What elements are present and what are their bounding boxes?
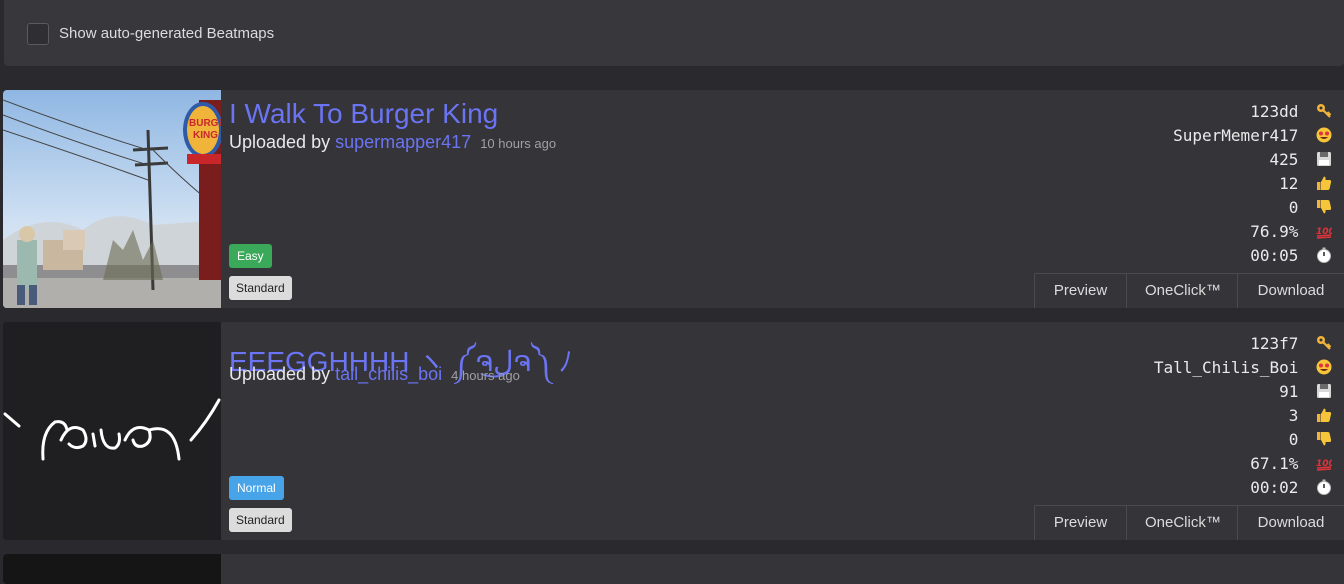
stat-duration: 00:02 xyxy=(1154,476,1332,500)
stat-duration-value: 00:02 xyxy=(1250,478,1299,497)
stat-rating-value: 67.1% xyxy=(1250,454,1299,473)
stat-downloads: 425 xyxy=(1173,148,1332,172)
cover-image[interactable]: BURGER KING xyxy=(3,90,221,308)
lenny-face-art xyxy=(3,322,221,540)
stat-upvotes-value: 3 xyxy=(1288,406,1299,425)
svg-text:BURGER: BURGER xyxy=(189,118,221,129)
uploaded-by-label: Uploaded by xyxy=(229,132,331,152)
thumbs-down-icon xyxy=(1317,431,1332,445)
difficulty-badge: Easy xyxy=(229,244,272,268)
stat-rating: 76.9% 100 xyxy=(1173,220,1332,244)
key-icon xyxy=(1317,335,1332,350)
upload-time: 4 hours ago xyxy=(451,368,520,383)
download-button[interactable]: Download xyxy=(1238,506,1344,540)
stat-mapper-value[interactable]: Tall_Chilis_Boi xyxy=(1154,358,1299,377)
uploader-link[interactable]: supermapper417 xyxy=(335,132,471,152)
stat-upvotes: 12 xyxy=(1173,172,1332,196)
beatmap-card: EEEGGHHHH ヽ ༼ຈل͜ຈ༽ ﾉ Uploaded by tall_ch… xyxy=(3,322,1344,540)
card-info: I Walk To Burger King Uploaded by superm… xyxy=(229,90,1344,308)
preview-button[interactable]: Preview xyxy=(1035,506,1127,540)
cover-image[interactable] xyxy=(3,322,221,540)
star-struck-face-icon xyxy=(1316,127,1332,142)
stat-duration: 00:05 xyxy=(1173,244,1332,268)
card-info: EEEGGHHHH ヽ ༼ຈل͜ຈ༽ ﾉ Uploaded by tall_ch… xyxy=(229,322,1344,540)
characteristic-badge: Standard xyxy=(229,508,292,532)
cover-image[interactable] xyxy=(3,554,221,584)
floppy-disk-icon xyxy=(1317,151,1331,166)
action-buttons: Preview OneClick™ Download xyxy=(1034,505,1344,540)
beatmap-card xyxy=(3,554,1344,584)
uploader-link[interactable]: tall_chilis_boi xyxy=(335,364,442,384)
thumbs-up-icon xyxy=(1317,176,1332,190)
stat-upvotes: 3 xyxy=(1154,404,1332,428)
stat-key: 123f7 xyxy=(1154,332,1332,356)
beatmap-title[interactable]: I Walk To Burger King xyxy=(229,98,498,130)
action-buttons: Preview OneClick™ Download xyxy=(1034,273,1344,308)
thumbs-down-icon xyxy=(1317,199,1332,213)
hundred-points-icon: 100 xyxy=(1316,227,1332,239)
characteristic-badge: Standard xyxy=(229,276,292,300)
auto-generated-label[interactable]: Show auto-generated Beatmaps xyxy=(59,25,274,42)
oneclick-button[interactable]: OneClick™ xyxy=(1127,274,1238,308)
preview-button[interactable]: Preview xyxy=(1035,274,1127,308)
stat-rating-value: 76.9% xyxy=(1250,222,1299,241)
stat-downvotes-value: 0 xyxy=(1288,430,1299,449)
key-icon xyxy=(1317,103,1332,118)
uploader-line: Uploaded by tall_chilis_boi 4 hours ago xyxy=(229,364,520,385)
svg-text:KING: KING xyxy=(193,130,218,141)
stopwatch-icon xyxy=(1317,479,1331,495)
auto-generated-checkbox[interactable] xyxy=(27,23,49,45)
stat-upvotes-value: 12 xyxy=(1279,174,1299,193)
oneclick-button[interactable]: OneClick™ xyxy=(1127,506,1238,540)
hundred-points-icon: 100 xyxy=(1316,459,1332,471)
uploaded-by-label: Uploaded by xyxy=(229,364,331,384)
stat-downvotes-value: 0 xyxy=(1288,198,1299,217)
floppy-disk-icon xyxy=(1317,383,1331,398)
stat-downvotes: 0 xyxy=(1173,196,1332,220)
stat-downloads: 91 xyxy=(1154,380,1332,404)
beatmap-card: BURGER KING I Walk To Burger King Upload… xyxy=(3,90,1344,308)
stats-panel: 123dd SuperMemer417 425 12 0 76.9% 10 00… xyxy=(1173,100,1332,268)
stat-key-value: 123dd xyxy=(1250,102,1299,121)
stat-downloads-value: 425 xyxy=(1269,150,1299,169)
stat-duration-value: 00:05 xyxy=(1250,246,1299,265)
stats-panel: 123f7 Tall_Chilis_Boi 91 3 0 67.1% 10 00… xyxy=(1154,332,1332,500)
thumbs-up-icon xyxy=(1317,408,1332,422)
filter-bar: Show auto-generated Beatmaps xyxy=(4,0,1344,66)
burger-king-photo: BURGER KING xyxy=(3,90,221,308)
stopwatch-icon xyxy=(1317,247,1331,263)
stat-mapper-value[interactable]: SuperMemer417 xyxy=(1173,126,1298,145)
stat-downloads-value: 91 xyxy=(1279,382,1299,401)
stat-downvotes: 0 xyxy=(1154,428,1332,452)
stat-rating: 67.1% 100 xyxy=(1154,452,1332,476)
download-button[interactable]: Download xyxy=(1238,274,1344,308)
stat-key-value: 123f7 xyxy=(1250,334,1299,353)
upload-time: 10 hours ago xyxy=(480,136,557,151)
stat-mapper: Tall_Chilis_Boi xyxy=(1154,356,1332,380)
difficulty-badge: Normal xyxy=(229,476,284,500)
uploader-line: Uploaded by supermapper417 10 hours ago xyxy=(229,132,556,153)
star-struck-face-icon xyxy=(1316,359,1332,374)
stat-mapper: SuperMemer417 xyxy=(1173,124,1332,148)
stat-key: 123dd xyxy=(1173,100,1332,124)
